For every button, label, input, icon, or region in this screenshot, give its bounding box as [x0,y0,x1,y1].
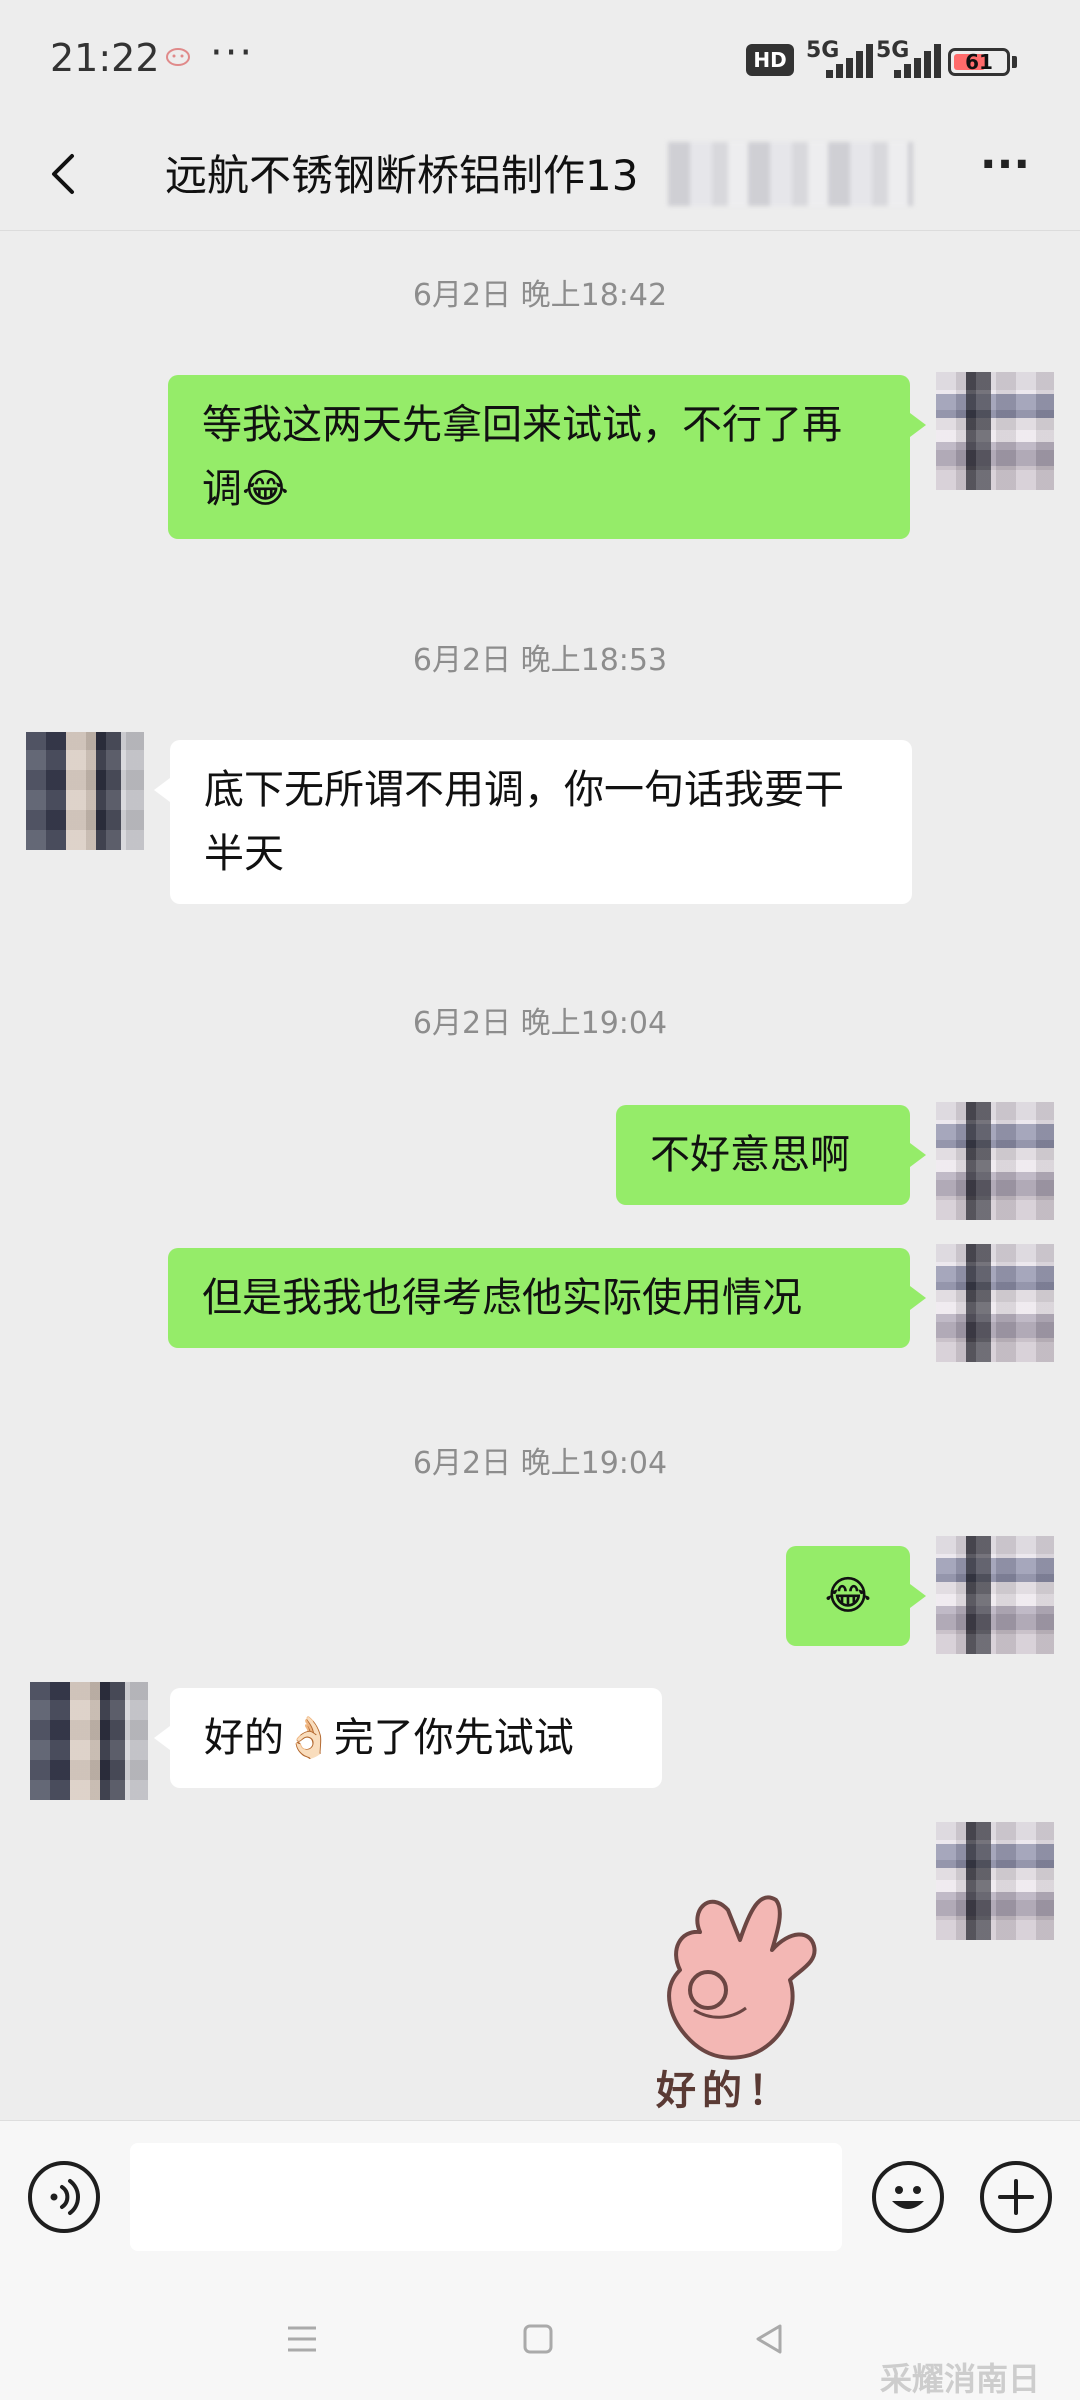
menu-icon[interactable] [284,2322,320,2360]
battery-percent: 61 [965,50,993,74]
contact-avatar[interactable] [30,1682,148,1800]
voice-icon[interactable] [28,2161,100,2233]
watermark: 采耀消南日 [880,2360,1041,2398]
timestamp: 6月2日 晚上18:53 [412,643,668,678]
status-bar: 21:22 ··· HD 5G 5G 61 [0,0,1080,120]
more-notifications-dots: ··· [210,30,255,76]
input-bar [0,2120,1080,2281]
hd-voice-icon: HD [746,44,794,76]
message-bubble-incoming[interactable]: 好的👌🏻完了你先试试 [154,1688,662,1788]
my-avatar[interactable] [936,372,1054,490]
clock: 21:22 [50,36,160,80]
battery-tip [1012,56,1017,68]
back-triangle-icon[interactable] [752,2322,788,2360]
timestamp: 6月2日 晚上19:04 [412,1006,668,1041]
notification-pig-icon [165,44,191,74]
my-avatar[interactable] [936,1244,1054,1362]
contact-avatar[interactable] [26,732,144,850]
message-input[interactable] [130,2143,842,2251]
message-bubble-incoming[interactable]: 底下无所谓不用调，你一句话我要干半天 [154,740,912,904]
my-avatar[interactable] [936,1536,1054,1654]
timestamp: 6月2日 晚上19:04 [412,1446,668,1481]
battery-icon: 61 [948,48,1010,76]
home-square-icon[interactable] [520,2322,556,2360]
chat-header: 远航不锈钢断桥铝制作13 ··· [0,120,1080,231]
chevron-left-icon[interactable] [38,144,98,204]
message-bubble-outgoing-emoji[interactable]: 😂 [786,1546,926,1646]
redacted-phone-number [668,142,913,206]
chat-title: 远航不锈钢断桥铝制作13 [165,151,639,200]
my-avatar[interactable] [936,1822,1054,1940]
signal-bars-icon-1 [826,44,876,78]
emoji-face-icon[interactable] [872,2161,944,2233]
my-avatar[interactable] [936,1102,1054,1220]
message-bubble-outgoing[interactable]: 但是我我也得考虑他实际使用情况 [168,1248,926,1348]
message-bubble-outgoing[interactable]: 不好意思啊 [616,1105,926,1205]
plus-icon[interactable] [980,2161,1052,2233]
more-dots-icon[interactable]: ··· [970,140,1040,200]
message-bubble-outgoing[interactable]: 等我这两天先拿回来试试，不行了再调😂 [168,375,926,539]
timestamp: 6月2日 晚上18:42 [412,278,668,313]
signal-bars-icon-2 [894,44,944,78]
sticker-caption: 好的！ [656,2068,794,2114]
